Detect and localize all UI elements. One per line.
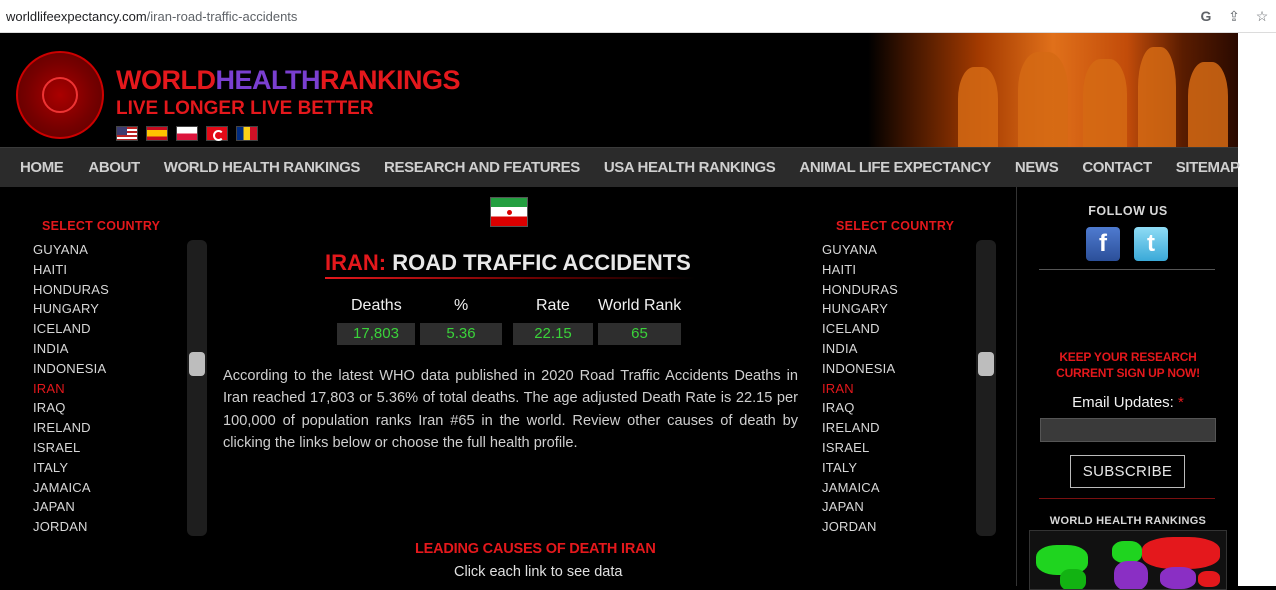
brand-rankings: RANKINGS: [319, 65, 461, 95]
nav-news[interactable]: NEWS: [1015, 159, 1059, 176]
url-text[interactable]: worldlifeexpectancy.com/iran-road-traffi…: [6, 9, 297, 24]
title-country: IRAN:: [325, 250, 387, 275]
world-map-thumbnail[interactable]: [1029, 530, 1227, 590]
stat-rate-value: 22.15: [513, 323, 593, 345]
stat-label-world-rank: World Rank: [598, 297, 682, 314]
page-title: IRAN: ROAD TRAFFIC ACCIDENTS: [325, 250, 691, 276]
site-logo-seal[interactable]: [16, 51, 104, 139]
right-list-scrollbar[interactable]: [976, 240, 996, 536]
brand-title[interactable]: WORLDHEALTHRANKINGS: [116, 65, 461, 96]
left-list-scrollbar[interactable]: [187, 240, 207, 536]
us-flag-icon[interactable]: [116, 126, 138, 141]
url-path: /iran-road-traffic-accidents: [146, 9, 298, 24]
required-mark: *: [1178, 394, 1184, 411]
world-health-rankings-title: WORLD HEALTH RANKINGS: [1049, 515, 1207, 527]
facebook-icon[interactable]: f: [1086, 227, 1120, 261]
twitter-icon[interactable]: t: [1134, 227, 1168, 261]
brand-world: WORLD: [116, 65, 216, 95]
url-domain: worldlifeexpectancy.com: [6, 9, 147, 24]
title-underline: [325, 277, 695, 279]
turkey-flag-icon[interactable]: [206, 126, 228, 141]
title-cause: ROAD TRAFFIC ACCIDENTS: [392, 250, 691, 275]
divider: [1039, 269, 1215, 270]
stat-label-rate: Rate: [536, 297, 570, 314]
browser-url-bar[interactable]: worldlifeexpectancy.com/iran-road-traffi…: [0, 0, 1276, 33]
subscribe-button[interactable]: SUBSCRIBE: [1070, 455, 1185, 488]
leading-causes-subtitle: Click each link to see data: [454, 564, 623, 580]
language-flags: [116, 126, 258, 142]
email-label-text: Email Updates:: [1072, 394, 1174, 411]
email-updates-label: Email Updates: *: [1017, 394, 1239, 411]
page-gutter: [1238, 33, 1276, 586]
stat-percent-value: 5.36: [420, 323, 502, 345]
scrollbar-thumb[interactable]: [189, 352, 205, 376]
header-banner-image: [868, 33, 1238, 147]
stat-label-deaths: Deaths: [351, 297, 402, 314]
signup-promo-line1: KEEP YOUR RESEARCH: [1059, 350, 1197, 364]
brand-health: HEALTH: [215, 65, 320, 95]
share-icon[interactable]: ⇪: [1224, 6, 1244, 26]
tagline: LIVE LONGER LIVE BETTER: [116, 98, 374, 119]
select-country-title: SELECT COUNTRY: [836, 219, 955, 233]
page: WORLDHEALTHRANKINGS LIVE LONGER LIVE BET…: [0, 33, 1240, 590]
nav-usa-health-rankings[interactable]: USA HEALTH RANKINGS: [604, 159, 776, 176]
right-sidebar: FOLLOW US f t KEEP YOUR RESEARCH CURRENT…: [1016, 187, 1239, 590]
nav-contact[interactable]: CONTACT: [1082, 159, 1152, 176]
divider: [1039, 498, 1215, 499]
left-country-list: SELECT COUNTRY: [42, 219, 232, 233]
scrollbar-thumb[interactable]: [978, 352, 994, 376]
globe-icon: [42, 77, 78, 113]
right-country-list: SELECT COUNTRY: [836, 219, 1026, 233]
stat-rank-value: 65: [598, 323, 681, 345]
summary-paragraph: According to the latest WHO data publish…: [223, 368, 798, 451]
poland-flag-icon[interactable]: [176, 126, 198, 141]
follow-us-title: FOLLOW US: [1088, 204, 1168, 218]
nav-home[interactable]: HOME: [20, 159, 64, 176]
bookmark-star-icon[interactable]: ☆: [1252, 6, 1272, 26]
stat-label-percent: %: [454, 297, 469, 314]
nav-world-health-rankings[interactable]: WORLD HEALTH RANKINGS: [164, 159, 361, 176]
site-header: WORLDHEALTHRANKINGS LIVE LONGER LIVE BET…: [0, 33, 1238, 147]
stat-deaths-value: 17,803: [337, 323, 415, 345]
iran-flag-icon: [490, 197, 528, 227]
nav-research-and-features[interactable]: RESEARCH AND FEATURES: [384, 159, 580, 176]
nav-about[interactable]: ABOUT: [88, 159, 140, 176]
nav-sitemap[interactable]: SITEMAP: [1176, 159, 1240, 176]
signup-promo-line2: CURRENT SIGN UP NOW!: [1056, 366, 1200, 380]
leading-causes-title: LEADING CAUSES OF DEATH IRAN: [415, 541, 656, 557]
google-icon[interactable]: G: [1196, 6, 1216, 26]
romania-flag-icon[interactable]: [236, 126, 258, 141]
select-country-title: SELECT COUNTRY: [42, 219, 161, 233]
main-nav: HOME ABOUT WORLD HEALTH RANKINGS RESEARC…: [0, 147, 1240, 187]
nav-animal-life-expectancy[interactable]: ANIMAL LIFE EXPECTANCY: [799, 159, 991, 176]
spain-flag-icon[interactable]: [146, 126, 168, 141]
email-field[interactable]: [1040, 418, 1216, 442]
